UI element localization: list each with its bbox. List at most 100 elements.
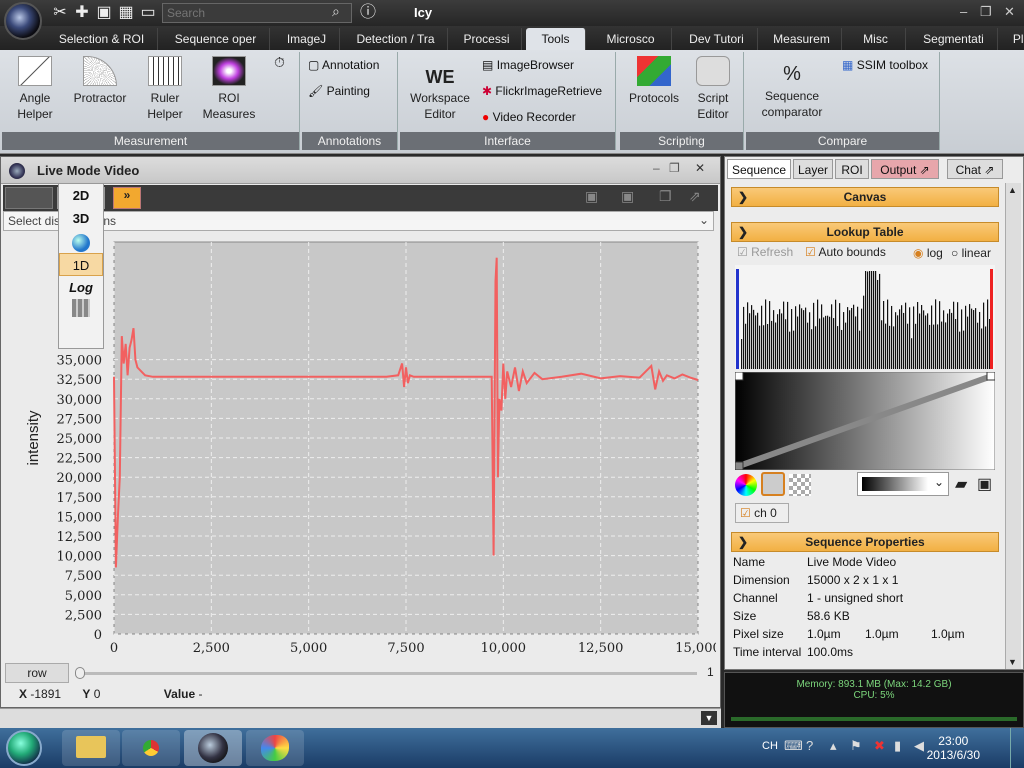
save-icon[interactable]: ▣ xyxy=(94,2,114,24)
tab-sequence[interactable]: Sequence xyxy=(727,159,791,179)
protractor-button[interactable]: Protractor xyxy=(68,56,132,106)
minimize-icon[interactable]: ‒ xyxy=(960,4,967,19)
script-editor-button[interactable]: Script Editor xyxy=(686,56,740,122)
tab-dev-tutori[interactable]: Dev Tutori xyxy=(676,28,758,50)
tab-plugins[interactable]: Plugins xyxy=(1002,28,1024,50)
language-indicator[interactable]: CH xyxy=(762,740,778,752)
clock[interactable]: 23:00 2013/6/30 xyxy=(927,734,980,762)
tab-selection-roi[interactable]: Selection & ROI xyxy=(46,28,158,50)
volume-icon[interactable]: ◀ xyxy=(914,738,924,754)
signal-icon[interactable]: ▮ xyxy=(894,738,901,754)
layer-combo[interactable] xyxy=(5,187,53,209)
refresh-checkbox[interactable]: ☑ Refresh xyxy=(737,245,793,259)
start-icon[interactable] xyxy=(6,730,42,766)
viewer-close-icon[interactable]: ✕ xyxy=(695,161,705,175)
roi-measures-button[interactable]: ROI Measures xyxy=(200,56,258,122)
transparency-icon[interactable] xyxy=(789,474,811,496)
stopwatch-icon[interactable]: ⏱ xyxy=(274,54,285,71)
snapshot-icon[interactable]: ▣ xyxy=(585,188,598,205)
auto-bounds-checkbox[interactable]: ☑ Auto bounds xyxy=(805,245,886,259)
explorer-taskbar-icon[interactable] xyxy=(62,730,120,766)
row-button[interactable]: row xyxy=(5,663,69,683)
puzzle-icon[interactable]: ✚ xyxy=(72,2,92,24)
chrome-taskbar-icon[interactable] xyxy=(122,730,180,766)
tools-icon[interactable]: ✂ xyxy=(50,2,70,24)
scroll-up-icon[interactable]: ▲ xyxy=(1008,185,1017,195)
help-icon[interactable]: ? xyxy=(806,738,813,753)
ruler-helper-button[interactable]: Ruler Helper xyxy=(136,56,194,122)
linear-radio[interactable]: ○ linear xyxy=(951,246,991,260)
play-toggle-icon[interactable]: » xyxy=(113,187,141,209)
bottom-scrollbar[interactable]: ▼ xyxy=(0,708,721,728)
flickr-button[interactable]: ✱ FlickrImageRetrieve xyxy=(482,84,602,98)
search-icon[interactable]: ⌕ xyxy=(332,3,340,20)
workspace-editor-button[interactable]: WE Workspace Editor xyxy=(404,64,476,122)
intensity-chart[interactable]: 0 2,500 5,000 7,500 10,000 12,500 15,000 0 2,500… xyxy=(16,236,716,664)
color-wheel-icon[interactable] xyxy=(735,474,757,496)
sequence-properties-header[interactable]: ❯ Sequence Properties xyxy=(731,532,999,552)
row-slider-thumb[interactable] xyxy=(75,667,85,679)
info-icon[interactable]: ⓘ xyxy=(358,2,378,24)
log-radio[interactable]: ◉ log xyxy=(913,246,943,260)
menu-item-1d[interactable]: 1D xyxy=(59,253,103,276)
paint-taskbar-icon[interactable] xyxy=(246,730,304,766)
tab-chat[interactable]: Chat ⇗ xyxy=(947,159,1003,179)
duplicate-icon[interactable]: ❐ xyxy=(659,188,672,205)
menu-item-3d[interactable]: 3D xyxy=(59,207,103,230)
keyboard-icon[interactable]: ⌨ xyxy=(784,738,803,754)
sequence-comparator-button[interactable]: % Sequence comparator xyxy=(748,60,836,120)
tab-imagej[interactable]: ImageJ xyxy=(274,28,340,50)
inspector-scrollbar[interactable]: ▲ ▼ xyxy=(1005,183,1021,669)
scroll-down-icon[interactable]: ▼ xyxy=(1008,657,1017,667)
tab-tools[interactable]: Tools xyxy=(526,28,586,50)
gray-sphere-icon[interactable] xyxy=(761,472,785,496)
menu-item-log[interactable]: Log xyxy=(59,276,103,299)
tab-segmentati[interactable]: Segmentati xyxy=(910,28,998,50)
ssim-toolbox-button[interactable]: ▦ SSIM toolbox xyxy=(842,58,928,72)
canvas-section-header[interactable]: ❯ Canvas xyxy=(731,187,999,207)
menu-item-2d[interactable]: 2D xyxy=(59,184,103,207)
menu-item-globe[interactable] xyxy=(59,230,103,253)
scroll-down-icon[interactable]: ▼ xyxy=(701,711,717,725)
show-desktop-button[interactable] xyxy=(1010,728,1024,768)
viewer-minimize-icon[interactable]: ‒ xyxy=(653,161,660,175)
angle-helper-button[interactable]: Angle Helper xyxy=(6,56,64,122)
camera-icon[interactable]: ▣ xyxy=(621,188,634,205)
tab-output[interactable]: Output ⇗ xyxy=(871,159,939,179)
action-center-icon[interactable]: ⚑ xyxy=(850,738,862,754)
row-slider-track[interactable] xyxy=(77,672,697,675)
close-icon[interactable]: ✕ xyxy=(1004,4,1015,20)
search-input[interactable] xyxy=(162,3,352,23)
tab-misc[interactable]: Misc xyxy=(846,28,906,50)
colormap-select[interactable]: ⌄ xyxy=(857,472,949,496)
display-select[interactable]: Select disp ons ⌄ xyxy=(3,211,714,231)
protocols-button[interactable]: Protocols xyxy=(624,56,684,106)
network-error-icon[interactable]: ✖ xyxy=(874,738,885,754)
tab-microsco[interactable]: Microsco xyxy=(590,28,672,50)
viewer-restore-icon[interactable]: ❐ xyxy=(669,161,680,175)
restore-icon[interactable]: ❐ xyxy=(980,4,992,20)
tab-detection-tra[interactable]: Detection / Tra xyxy=(344,28,448,50)
external-icon[interactable]: ⇗ xyxy=(689,188,701,205)
lookup-gradient[interactable] xyxy=(735,372,995,470)
window-menu-icon[interactable]: ▭ xyxy=(138,2,158,24)
icy-logo-icon[interactable] xyxy=(4,2,42,40)
tray-expand-icon[interactable]: ▴ xyxy=(830,738,837,754)
annotation-button[interactable]: ▢ Annotation xyxy=(308,58,379,72)
save-icon[interactable]: ▣ xyxy=(977,474,992,494)
grid-icon[interactable]: ▦ xyxy=(116,2,136,24)
lookup-section-header[interactable]: ❯ Lookup Table xyxy=(731,222,999,242)
menu-item-grid[interactable] xyxy=(59,299,103,322)
painting-button[interactable]: 🖌 Painting xyxy=(308,84,370,98)
image-browser-button[interactable]: ▤ ImageBrowser xyxy=(482,58,574,72)
tab-measurem[interactable]: Measurem xyxy=(762,28,842,50)
video-recorder-button[interactable]: ● Video Recorder xyxy=(482,110,576,124)
tab-sequence-oper[interactable]: Sequence oper xyxy=(162,28,270,50)
viewer-title-bar[interactable]: Live Mode Video ‒ ❐ ✕ xyxy=(1,157,720,184)
tab-processi[interactable]: Processi xyxy=(452,28,522,50)
icy-taskbar-icon[interactable] xyxy=(184,730,242,766)
open-folder-icon[interactable]: ▰ xyxy=(955,474,967,494)
channel-checkbox[interactable]: ☑ ch 0 xyxy=(735,503,789,523)
tab-layer[interactable]: Layer xyxy=(793,159,833,179)
tab-roi[interactable]: ROI xyxy=(835,159,869,179)
